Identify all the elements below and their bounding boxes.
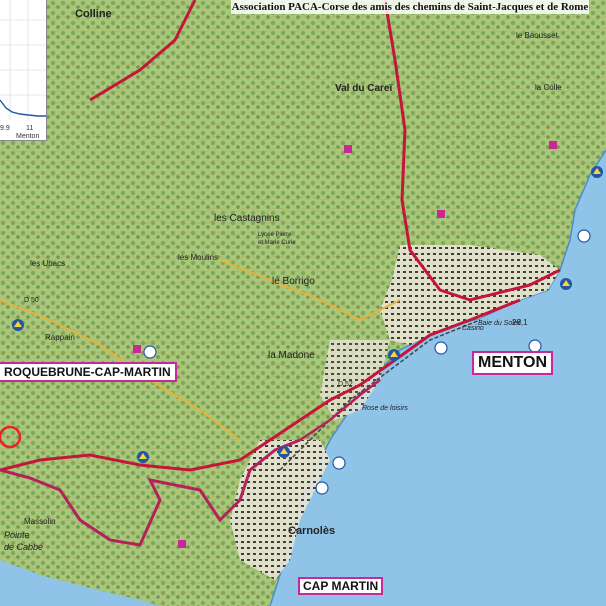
label-la-colle: la Colle [535,83,562,92]
elevation-profile: 9.9 11 Menton [0,0,47,141]
label-pointe: Pointe [4,530,30,540]
label-baousset: le Baousset [516,31,559,40]
label-rose-loisirs: Rose de loisirs [362,405,408,412]
label-le-borrigo: le Borrigo [272,276,315,287]
label-rappain: Rappain [45,333,75,342]
profile-tick-2: 11 [26,125,33,132]
profile-tick-1: 9.9 [0,125,10,132]
label-val-du-carei: Val du Careï [335,83,392,94]
label-la-madone: la Madone [268,350,315,361]
label-d52: D 52 [338,381,353,388]
label-les-ubacs: les Ubacs [30,259,65,268]
label-depth: 28,1 [512,318,528,327]
topographic-map[interactable]: Colline Val du Careï les Castagnins Lycé… [0,0,606,606]
label-les-castagnins: les Castagnins [214,213,280,224]
label-de-cabbe: de Cabbé [4,542,43,552]
label-lycee2: et Marie Curie [258,240,296,246]
label-d50: D 50 [24,297,39,304]
label-lycee: Lycée Pierre [258,232,292,238]
profile-end-label: Menton [16,133,39,140]
label-carnoles: Carnolès [288,525,335,537]
label-les-moulins: les Moulins [178,253,218,262]
label-colline: Colline [75,8,112,20]
town-menton: MENTON [472,351,554,375]
label-massolin: Massolin [24,517,56,526]
header-title: Association PACA-Corse des amis des chem… [231,0,589,14]
town-roquebrune: ROQUEBRUNE-CAP-MARTIN [0,362,177,382]
label-casino: Casino [462,325,484,332]
town-cap-martin: CAP MARTIN [298,577,384,595]
